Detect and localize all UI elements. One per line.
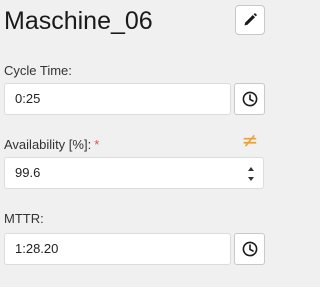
edit-button[interactable] [235,5,265,35]
availability-input[interactable]: 99.6 [4,157,264,189]
cycle-time-label: Cycle Time: [4,63,72,78]
clock-icon [242,241,257,257]
availability-value: 99.6 [15,165,41,180]
mttr-label: MTTR: [4,211,44,226]
header: Maschine_06 [4,4,266,40]
mttr-input[interactable]: 1:28.20 [4,233,231,265]
clock-icon [242,91,257,107]
mttr-clock-button[interactable] [234,233,265,265]
availability-label-text: Availability [%]: [4,137,92,152]
page-title: Maschine_06 [4,7,153,35]
required-marker: * [94,137,100,152]
not-equal-icon: ≠ [241,128,259,152]
spinner-arrows-icon[interactable] [247,164,255,184]
availability-label: Availability [%]: * [4,137,99,153]
cycle-time-clock-button[interactable] [234,83,265,115]
cycle-time-input[interactable]: 0:25 [4,83,231,115]
pencil-icon [244,13,257,26]
